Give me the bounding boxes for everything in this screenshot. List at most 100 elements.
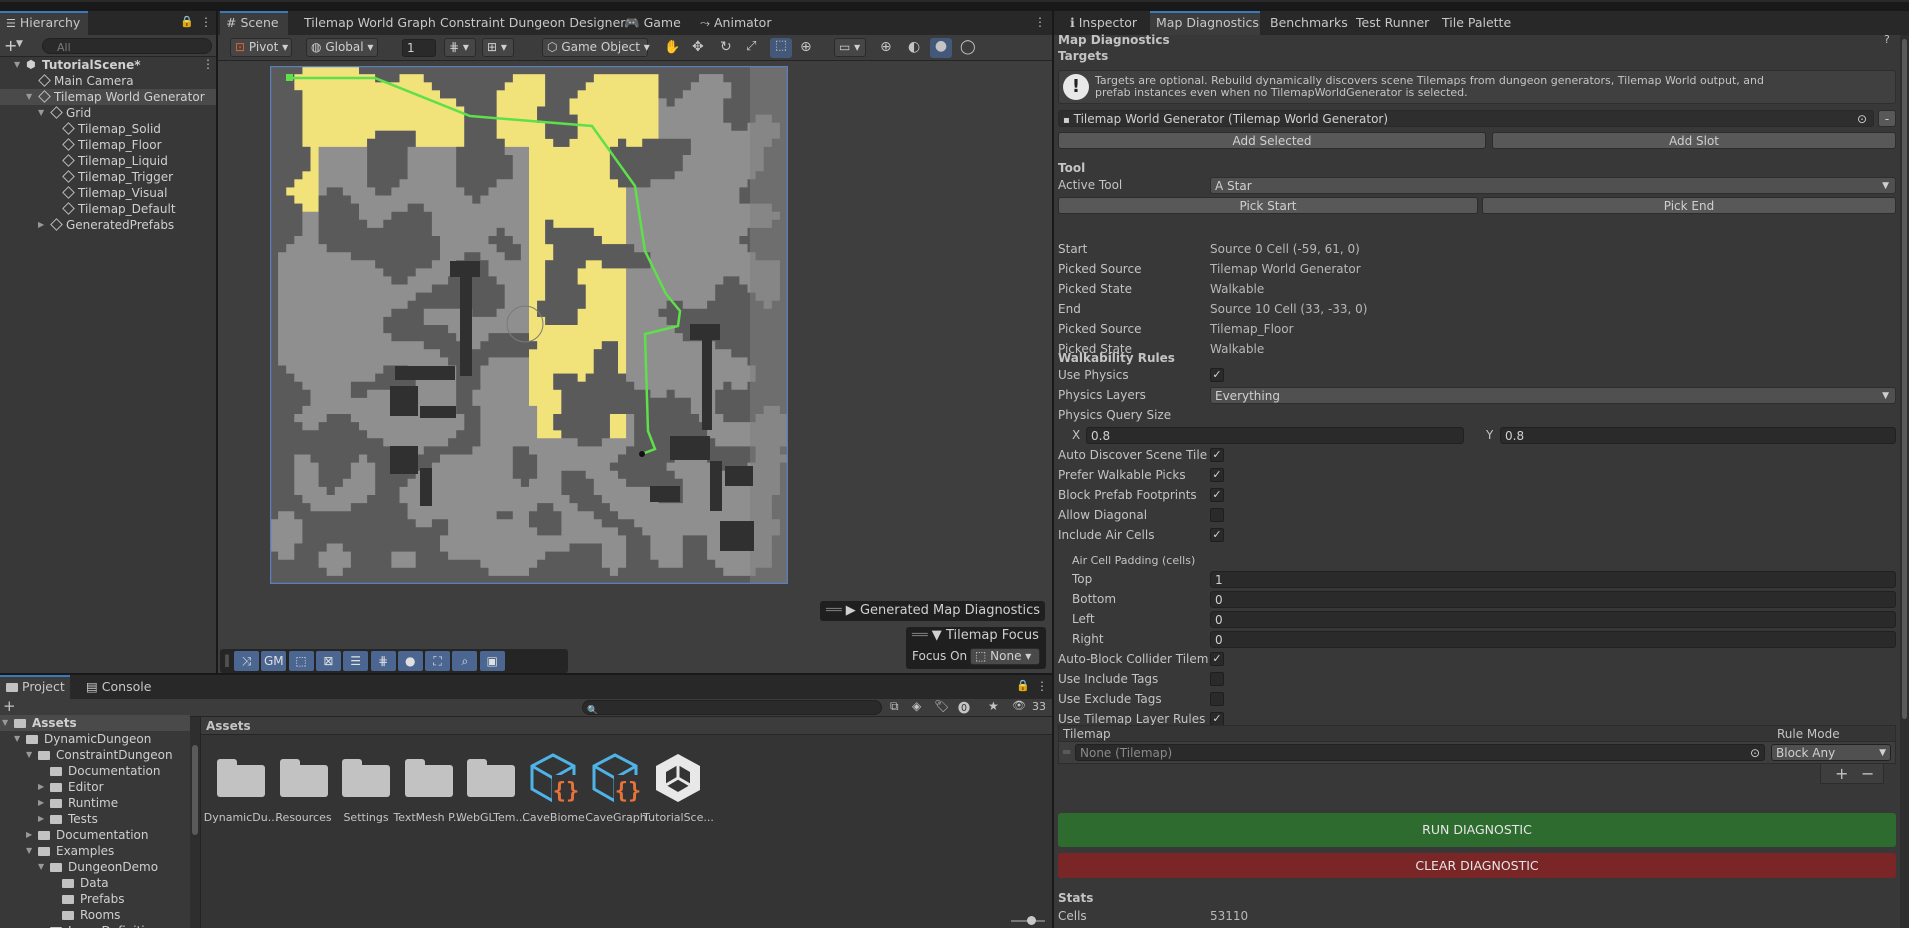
camera-icon[interactable]: ▣ <box>479 651 505 671</box>
tilemap-shuffle-icon[interactable]: ⤨ <box>234 651 259 671</box>
drag-handle-icon[interactable]: ═ <box>1063 745 1070 759</box>
tab-animator[interactable]: ⤳ Animator <box>694 11 771 35</box>
tab-constraint-dungeon-designer[interactable]: Constraint Dungeon Designer <box>434 11 625 35</box>
zoom-slider[interactable] <box>1011 916 1045 925</box>
lock-icon[interactable]: 🔒 <box>180 15 194 28</box>
lock-icon[interactable]: 🔒 <box>1016 679 1030 692</box>
asset-item[interactable]: Resources <box>274 753 334 833</box>
tab-map-diagnostics[interactable]: Map Diagnostics <box>1150 11 1260 35</box>
remove-target-button[interactable]: - <box>1878 110 1896 127</box>
toggle-checkbox[interactable] <box>1210 672 1224 686</box>
add-slot-button[interactable]: Add Slot <box>1492 132 1896 149</box>
project-tree-item[interactable]: ▼ Examples <box>0 843 190 859</box>
chevron-right-icon[interactable]: ▶ <box>38 217 44 233</box>
transform-tool-icon[interactable]: ⊕ <box>800 39 812 55</box>
tab-benchmarks[interactable]: Benchmarks <box>1264 11 1348 35</box>
add-icon[interactable]: + <box>3 697 16 715</box>
tab-inspector[interactable]: ℹ Inspector <box>1064 11 1137 35</box>
scene-root[interactable]: ▼ ⬢ TutorialScene* <box>0 57 216 73</box>
toggle-checkbox[interactable]: ✓ <box>1210 448 1224 462</box>
padding-input[interactable]: 1 <box>1210 571 1896 588</box>
project-tree-item[interactable]: ▶ Editor <box>0 779 190 795</box>
hierarchy-item[interactable]: ▼ Tilemap World Generator <box>0 89 216 105</box>
more-icon[interactable]: ⋮ <box>1034 15 1046 29</box>
tree-scrollbar[interactable] <box>190 717 200 928</box>
padding-input[interactable]: 0 <box>1210 611 1896 628</box>
chevron-down-icon[interactable]: ▼ <box>26 747 32 763</box>
chevron-down-icon[interactable]: ▼ <box>16 39 23 49</box>
search-filter-icon[interactable]: ⧉ <box>890 699 899 714</box>
eye-icon[interactable]: 👁 <box>1012 699 1026 712</box>
chevron-down-icon[interactable]: ▼ <box>14 57 20 73</box>
view-mode-icon[interactable]: ◯ <box>960 39 976 55</box>
remove-row-icon[interactable]: − <box>1861 764 1874 783</box>
project-tree-item[interactable]: Prefabs <box>0 891 190 907</box>
pivot-dropdown[interactable]: ⊡ Pivot ▾ <box>230 38 292 57</box>
asset-item[interactable]: TextMesh P... <box>393 753 464 833</box>
project-tree-item[interactable]: Rooms <box>0 907 190 923</box>
project-tree-item[interactable]: ▼ ConstraintDungeon <box>0 747 190 763</box>
grid-size-input[interactable]: 1 <box>402 39 436 57</box>
focus-on-dropdown[interactable]: ⬚ None ▾ <box>970 648 1040 665</box>
asset-item[interactable]: DynamicDu... <box>204 753 278 833</box>
physics-layers-dropdown[interactable]: Everything ▼ <box>1210 387 1896 404</box>
chevron-right-icon[interactable]: ▶ <box>38 811 44 827</box>
run-diagnostic-button[interactable]: RUN DIAGNOSTIC <box>1058 813 1896 847</box>
tab-project[interactable]: Project <box>0 675 70 699</box>
project-tree-item[interactable]: ▶ Documentation <box>0 827 190 843</box>
hierarchy-item[interactable]: Tilemap_Trigger <box>0 169 216 185</box>
toggle-checkbox[interactable]: ✓ <box>1210 712 1224 726</box>
layers-icon[interactable]: ☰ <box>343 651 369 671</box>
padding-input[interactable]: 0 <box>1210 631 1896 648</box>
tilemap-object-field[interactable]: None (Tilemap) ⊙ <box>1075 744 1765 761</box>
generated-map-diagnostics-overlay[interactable]: ══ ▶ Generated Map Diagnostics <box>820 601 1045 621</box>
asset-item[interactable]: {} CaveBiome <box>522 753 585 833</box>
pick-end-button[interactable]: Pick End <box>1482 197 1896 214</box>
rule-mode-dropdown[interactable]: Block Any ▼ <box>1771 744 1891 761</box>
global-dropdown[interactable]: ◍ Global ▾ <box>306 38 378 57</box>
project-tree-item[interactable]: ▶ Runtime <box>0 795 190 811</box>
search-icon[interactable]: ⌕ <box>452 651 478 671</box>
chevron-right-icon[interactable]: ▶ <box>38 779 44 795</box>
project-tree-item[interactable]: ▼ Assets <box>0 715 190 731</box>
project-tree-item[interactable]: ▶ Tests <box>0 811 190 827</box>
asset-item[interactable]: Settings <box>336 753 396 833</box>
hierarchy-item[interactable]: Main Camera <box>0 73 216 89</box>
project-search-input[interactable]: 🔍 <box>582 700 882 715</box>
hand-tool-icon[interactable]: ✋ <box>664 40 680 55</box>
pick-start-button[interactable]: Pick Start <box>1058 197 1478 214</box>
add-row-icon[interactable]: + <box>1835 764 1848 783</box>
chevron-right-icon[interactable]: ▶ <box>38 795 44 811</box>
add-selected-button[interactable]: Add Selected <box>1058 132 1486 149</box>
asset-item[interactable]: {} CaveGraph <box>585 753 647 833</box>
object-picker-icon[interactable]: ⊙ <box>1857 111 1867 126</box>
tab-hierarchy[interactable]: ☰ Hierarchy <box>0 11 88 35</box>
use-physics-checkbox[interactable]: ✓ <box>1210 368 1224 382</box>
tab-tilemap-world-graph[interactable]: Tilemap World Graph <box>298 11 436 35</box>
gizmo-icon[interactable]: ⊕ <box>880 39 892 55</box>
toggle-checkbox[interactable]: ✓ <box>1210 652 1224 666</box>
rect-tool-icon[interactable]: ⬚ <box>770 38 792 58</box>
toggle-checkbox[interactable]: ✓ <box>1210 468 1224 482</box>
inspector-scrollbar[interactable] <box>1900 35 1909 928</box>
project-tree-item[interactable]: ▼ DynamicDungeon <box>0 731 190 747</box>
object-picker-icon[interactable]: ⊙ <box>1750 745 1760 760</box>
type-filter-icon[interactable]: ◈ <box>912 699 921 713</box>
toggle-checkbox[interactable]: ✓ <box>1210 528 1224 542</box>
tilemap-focus-overlay[interactable]: ══ ▼ Tilemap Focus Focus On ⬚ None ▾ <box>906 627 1046 669</box>
project-tree-item[interactable]: Documentation <box>0 763 190 779</box>
project-tree-item[interactable]: ▼ DungeonDemo <box>0 859 190 875</box>
scale-tool-icon[interactable]: ⤢ <box>746 39 756 54</box>
rotate-tool-icon[interactable]: ↻ <box>720 39 732 55</box>
warning-filter-icon[interactable]: ⓿ <box>958 699 970 716</box>
chevron-down-icon[interactable]: ▼ <box>26 843 32 859</box>
grid-snap-button[interactable]: ⋕ ▾ <box>444 38 476 57</box>
grid-visibility-button[interactable]: ⊞ ▾ <box>482 38 514 57</box>
render-mode-icon[interactable]: ● <box>930 38 952 58</box>
more-icon[interactable]: ⋮ <box>200 15 212 29</box>
hierarchy-item[interactable]: Tilemap_Floor <box>0 137 216 153</box>
project-tree-item[interactable]: Data <box>0 875 190 891</box>
asset-item[interactable]: TutorialSce... <box>643 753 714 833</box>
tilemap-preview[interactable] <box>270 66 788 584</box>
query-size-x-input[interactable]: 0.8 <box>1086 427 1464 444</box>
